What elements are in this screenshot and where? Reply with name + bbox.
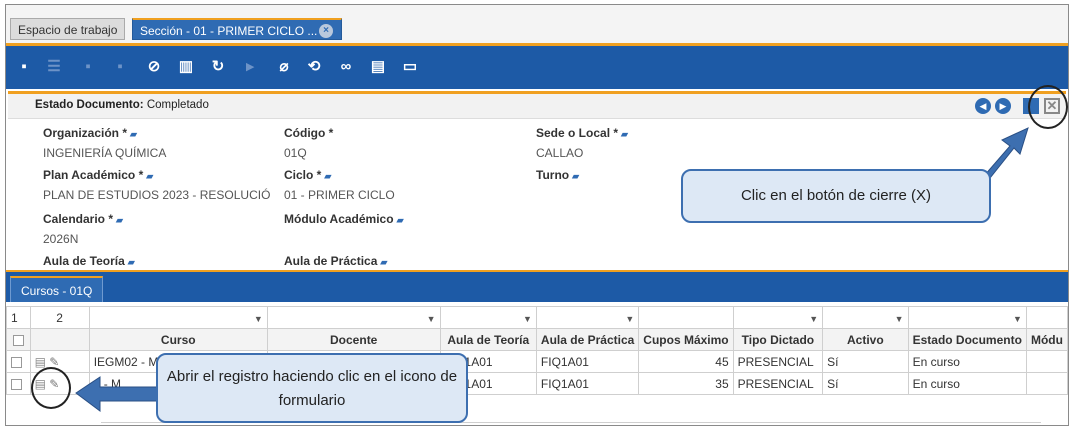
- ciclo-field[interactable]: 01 - PRIMER CICLO: [284, 188, 395, 202]
- organizacion-label: Organización * ▰: [43, 126, 137, 140]
- row-checkbox[interactable]: [6, 350, 31, 373]
- link-icon[interactable]: ∞: [336, 57, 356, 77]
- filter-dropdown[interactable]: [638, 306, 734, 329]
- previous-record-icon[interactable]: ◀: [975, 98, 991, 114]
- filter-dropdown[interactable]: ▼: [822, 306, 909, 329]
- list-icon[interactable]: ☰: [44, 57, 64, 77]
- arrow-left-icon: [75, 376, 159, 412]
- column-header[interactable]: Estado Documento: [907, 328, 1027, 351]
- cell-aula-practica[interactable]: FIQ1A01: [535, 372, 640, 395]
- window-frame: Espacio de trabajo Sección - 01 - PRIMER…: [5, 4, 1069, 426]
- cancel-icon[interactable]: ⊘: [144, 57, 164, 77]
- column-header[interactable]: Curso: [88, 328, 268, 351]
- attachment-icon[interactable]: ⌀: [274, 57, 294, 77]
- cell-cupos[interactable]: 35: [638, 372, 734, 395]
- row-checkbox[interactable]: [6, 372, 31, 395]
- cell-activo[interactable]: Sí: [822, 350, 909, 373]
- header-row: Curso Docente Aula de Teoría Aula de Prá…: [6, 328, 1068, 351]
- group-number[interactable]: 1: [6, 306, 31, 329]
- filter-dropdown[interactable]: [1025, 306, 1068, 329]
- cell-aula-practica[interactable]: FIQ1A01: [535, 350, 640, 373]
- grid-tab-bar: Cursos - 01Q: [6, 270, 1068, 302]
- tab-section-label: Sección - 01 - PRIMER CICLO ...: [140, 24, 318, 38]
- process-icon[interactable]: ▤: [368, 57, 388, 77]
- column-header[interactable]: Docente: [266, 328, 441, 351]
- cell-modulo[interactable]: [1025, 350, 1068, 373]
- refresh-icon[interactable]: ↻: [208, 57, 228, 77]
- open-record-instruction-callout: Abrir el registro haciendo clic en el ic…: [156, 353, 468, 423]
- column-header[interactable]: Módu: [1025, 328, 1068, 351]
- codigo-field[interactable]: 01Q: [284, 146, 307, 160]
- cell-modulo[interactable]: [1025, 372, 1068, 395]
- new-record-icon[interactable]: ▪: [14, 57, 34, 77]
- form-icon[interactable]: ▤: [35, 355, 46, 369]
- close-instruction-callout: Clic en el botón de cierre (X): [681, 169, 991, 223]
- save-close-icon[interactable]: ▪: [110, 57, 130, 77]
- modulo-label: Módulo Académico ▰: [284, 212, 404, 226]
- aula-practica-label: Aula de Práctica ▰: [284, 254, 388, 268]
- calendario-field[interactable]: 2026N: [43, 232, 78, 246]
- filter-dropdown[interactable]: ▼: [907, 306, 1027, 329]
- status-label: Estado Documento:: [35, 99, 144, 111]
- tab-close-icon[interactable]: ×: [319, 24, 333, 38]
- cell-activo[interactable]: Sí: [822, 372, 909, 395]
- document-status-bar: Estado Documento: Completado ◀ ▶ ✕: [8, 91, 1066, 119]
- filter-dropdown[interactable]: ▼: [535, 306, 640, 329]
- group-row: 1 2 ▼ ▼ ▼ ▼ ▼ ▼ ▼: [6, 306, 1068, 329]
- column-header[interactable]: Tipo Dictado: [732, 328, 824, 351]
- aula-teoria-label: Aula de Teoría ▰: [43, 254, 135, 268]
- turno-label: Turno ▰: [536, 168, 580, 182]
- column-header[interactable]: Cupos Máximo: [638, 328, 734, 351]
- cell-cupos[interactable]: 45: [638, 350, 734, 373]
- cell-estado[interactable]: En curso: [907, 372, 1027, 395]
- cell-tipo[interactable]: PRESENCIAL: [732, 350, 824, 373]
- form-icon-highlight-circle: [31, 367, 71, 409]
- document-status: Estado Documento: Completado: [35, 99, 209, 111]
- column-header[interactable]: Aula de Teoría: [439, 328, 537, 351]
- column-header[interactable]: Activo: [822, 328, 909, 351]
- zoom-icon[interactable]: ⟲: [304, 57, 324, 77]
- filter-dropdown[interactable]: ▼: [88, 306, 268, 329]
- ciclo-label: Ciclo * ▰: [284, 168, 332, 182]
- sede-label: Sede o Local * ▰: [536, 126, 628, 140]
- calendario-label: Calendario * ▰: [43, 212, 123, 226]
- column-header[interactable]: Aula de Práctica: [535, 328, 640, 351]
- filter-dropdown[interactable]: ▼: [439, 306, 537, 329]
- tab-cursos[interactable]: Cursos - 01Q: [10, 276, 104, 302]
- next-record-icon[interactable]: ▶: [995, 98, 1011, 114]
- plan-field[interactable]: PLAN DE ESTUDIOS 2023 - RESOLUCIÓ: [43, 188, 270, 202]
- group-number[interactable]: 2: [29, 306, 90, 329]
- cell-tipo[interactable]: PRESENCIAL: [732, 372, 824, 395]
- report-icon[interactable]: ▸: [240, 57, 260, 77]
- row-actions-header: [29, 328, 90, 351]
- organizacion-field[interactable]: INGENIERÍA QUÍMICA: [43, 146, 166, 160]
- cell-estado[interactable]: En curso: [907, 350, 1027, 373]
- plan-label: Plan Académico * ▰: [43, 168, 154, 182]
- save-icon[interactable]: ▪: [78, 57, 98, 77]
- select-all-checkbox[interactable]: [6, 328, 31, 351]
- filter-dropdown[interactable]: ▼: [732, 306, 824, 329]
- tab-workspace[interactable]: Espacio de trabajo: [10, 18, 126, 40]
- tab-bar: Espacio de trabajo Sección - 01 - PRIMER…: [6, 5, 1068, 43]
- delete-icon[interactable]: ▥: [176, 57, 196, 77]
- codigo-label: Código *: [284, 126, 334, 140]
- tab-section[interactable]: Sección - 01 - PRIMER CICLO ... ×: [132, 18, 342, 40]
- grid-toggle-icon[interactable]: ▭: [400, 57, 420, 77]
- toolbar: ▪ ☰ ▪ ▪ ⊘ ▥ ↻ ▸ ⌀ ⟲ ∞ ▤ ▭: [6, 43, 1068, 89]
- filter-dropdown[interactable]: ▼: [266, 306, 441, 329]
- status-value: Completado: [146, 99, 209, 111]
- sede-field[interactable]: CALLAO: [536, 146, 583, 160]
